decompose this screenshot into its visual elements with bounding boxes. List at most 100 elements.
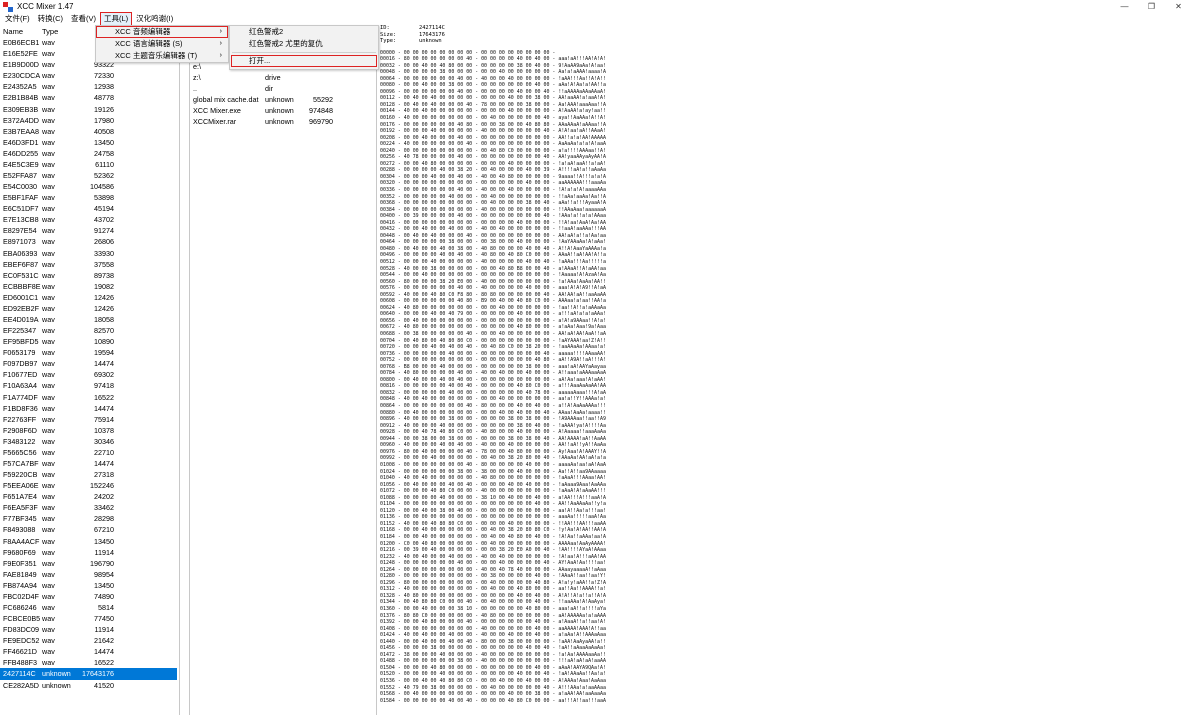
table-row[interactable]: E230CDCA wav 72330 <box>0 70 179 81</box>
menu-tools[interactable]: 工具(L) <box>99 12 133 26</box>
list-item[interactable]: XCCMixer.rar unknown 969790 <box>190 116 376 127</box>
list-item[interactable]: global mix cache.dat unknown 55292 <box>190 94 376 105</box>
hex-header-type: Type: unknown <box>380 38 442 44</box>
table-row[interactable]: F8AA4ACF wav 13450 <box>0 536 179 547</box>
minimize-button[interactable]: — <box>1111 0 1138 13</box>
row-type: unknown <box>42 680 71 690</box>
table-row[interactable]: E372A4DD wav 17980 <box>0 115 179 126</box>
table-row[interactable]: F2908F6D wav 10378 <box>0 425 179 436</box>
table-row[interactable]: F9680F69 wav 11914 <box>0 547 179 558</box>
table-row[interactable]: CE282A5D unknown 41520 <box>0 680 179 691</box>
row-name: F8493088 <box>3 525 36 535</box>
table-row[interactable]: E5BF1FAF wav 53898 <box>0 192 179 203</box>
table-row[interactable]: EC0F531C wav 89738 <box>0 270 179 281</box>
list-item[interactable]: .. dir <box>190 83 376 94</box>
table-row[interactable]: F10A63A4 wav 97418 <box>0 380 179 391</box>
table-row[interactable]: FE9EDC52 wav 21642 <box>0 635 179 646</box>
table-row[interactable]: F0653179 wav 19594 <box>0 347 179 358</box>
table-row[interactable]: F10677ED wav 69302 <box>0 369 179 380</box>
table-row[interactable]: 2427114C unknown 17643176 <box>0 668 177 680</box>
table-row[interactable]: E8297E54 wav 91274 <box>0 225 179 236</box>
maximize-button[interactable]: ❐ <box>1138 0 1165 13</box>
close-button[interactable]: ✕ <box>1165 0 1192 13</box>
menu-item-theme-music-editor[interactable]: XCC 主题音乐编辑器 (T) › <box>96 50 228 62</box>
menu-file[interactable]: 文件(F) <box>2 13 33 25</box>
column-header-type[interactable]: Type <box>42 27 82 36</box>
table-row[interactable]: FB874A94 wav 13450 <box>0 580 179 591</box>
table-row[interactable]: F6EA5F3F wav 33462 <box>0 502 179 513</box>
row-type: unknown <box>42 669 71 679</box>
row-name: E16E52FE <box>3 49 38 59</box>
table-row[interactable]: F5EEA06E wav 152246 <box>0 480 179 491</box>
table-row[interactable]: F1BD8F36 wav 14474 <box>0 403 179 414</box>
table-row[interactable]: E8971073 wav 26806 <box>0 236 179 247</box>
column-header-name[interactable]: Name <box>0 27 42 36</box>
list-item[interactable]: XCC Mixer.exe unknown 974848 <box>190 105 376 116</box>
flyout-item-ra2[interactable]: 红色警戒2 <box>230 26 378 38</box>
table-row[interactable]: F8493088 wav 67210 <box>0 524 179 535</box>
menu-view[interactable]: 查看(V) <box>68 13 99 25</box>
row-name: F651A7E4 <box>3 492 37 502</box>
table-row[interactable]: FBC02D4F wav 74890 <box>0 591 179 602</box>
row-size: 10890 <box>94 337 114 347</box>
table-row[interactable]: F22763FF wav 75914 <box>0 414 179 425</box>
table-row[interactable]: FC686246 wav 5814 <box>0 602 179 613</box>
row-type: wav <box>42 348 55 358</box>
table-row[interactable]: E46D3FD1 wav 13450 <box>0 137 179 148</box>
row-name: ED92EB2F <box>3 303 39 313</box>
table-row[interactable]: E7E13CB8 wav 43702 <box>0 214 179 225</box>
row-size: 74890 <box>94 591 114 601</box>
table-row[interactable]: F9E0F351 wav 196790 <box>0 558 179 569</box>
hex-view-panel[interactable]: ID: 2427114C Size: 17643176 Type: unknown … <box>380 25 1192 715</box>
table-row[interactable]: F3483122 wav 30346 <box>0 436 179 447</box>
table-row[interactable]: EBA06393 wav 33930 <box>0 247 179 258</box>
table-row[interactable]: F651A7E4 wav 24202 <box>0 491 179 502</box>
table-row[interactable]: E6C51DF7 wav 45194 <box>0 203 179 214</box>
table-row[interactable]: ED6001C1 wav 12426 <box>0 292 179 303</box>
left-file-list[interactable]: Name Type E0B6ECB1 wav E16E52FE wav E1B9D00D… <box>0 25 180 715</box>
table-row[interactable]: EF225347 wav 82570 <box>0 325 179 336</box>
table-row[interactable]: EE4D019A wav 18058 <box>0 314 179 325</box>
table-row[interactable]: F77BF345 wav 28298 <box>0 513 179 524</box>
row-type: wav <box>42 60 55 70</box>
menu-credits[interactable]: 汉化鸣谢(I) <box>133 13 176 25</box>
table-row[interactable]: FF46621D wav 14474 <box>0 646 179 657</box>
table-row[interactable]: E4E5C3E9 wav 61110 <box>0 159 179 170</box>
list-item[interactable]: z:\ drive <box>190 72 376 83</box>
table-row[interactable]: FFB488F3 wav 16522 <box>0 657 179 668</box>
menu-item-language-editor[interactable]: XCC 语言编辑器 (S) › <box>96 38 228 50</box>
flyout-item-yuri[interactable]: 红色警戒2 尤里的复仇 <box>230 38 378 50</box>
row-type: wav <box>42 547 55 557</box>
table-row[interactable]: E46DD255 wav 24758 <box>0 148 179 159</box>
row-type: wav <box>42 569 55 579</box>
table-row[interactable]: EBEF6F87 wav 37558 <box>0 259 179 270</box>
row-size: 98954 <box>94 569 114 579</box>
table-row[interactable]: E309EB3B wav 19126 <box>0 103 179 114</box>
table-row[interactable]: FCBCE0B5 wav 77450 <box>0 613 179 624</box>
row-type: wav <box>42 403 55 413</box>
menu-item-audio-editor[interactable]: XCC 音频编辑器 › <box>96 26 228 38</box>
row-size: 67210 <box>94 525 114 535</box>
table-row[interactable]: FD83DC09 wav 11914 <box>0 624 179 635</box>
table-row[interactable]: ECBBBF8E wav 19082 <box>0 281 179 292</box>
table-row[interactable]: EF95BFD5 wav 10890 <box>0 336 179 347</box>
table-row[interactable]: E54C0030 wav 104586 <box>0 181 179 192</box>
table-row[interactable]: F59220CB wav 27318 <box>0 469 179 480</box>
row-name: E24352A5 <box>3 82 37 92</box>
table-row[interactable]: E24352A5 wav 12938 <box>0 81 179 92</box>
table-row[interactable]: E3B7EAA8 wav 40508 <box>0 126 179 137</box>
menu-convert[interactable]: 转换(C) <box>35 13 66 25</box>
middle-file-list[interactable]: e:\ z:\ drive.. dir global mix cache.dat unkn… <box>189 25 377 715</box>
table-row[interactable]: F57CA7BF wav 14474 <box>0 458 179 469</box>
table-row[interactable]: E52FFA87 wav 52362 <box>0 170 179 181</box>
table-row[interactable]: ED92EB2F wav 12426 <box>0 303 179 314</box>
table-row[interactable]: F1A774DF wav 16522 <box>0 392 179 403</box>
table-row[interactable]: FAE81849 wav 98954 <box>0 569 179 580</box>
table-row[interactable]: E2B1B84B wav 48778 <box>0 92 179 103</box>
table-row[interactable]: F097DB97 wav 14474 <box>0 358 179 369</box>
flyout-item-open[interactable]: 打开... <box>231 55 377 67</box>
hex-dump: 00000 - 00 00 00 00 00 00 00 00 - 00 00 … <box>380 49 606 704</box>
row-type: wav <box>42 314 55 324</box>
table-row[interactable]: F5665C56 wav 22710 <box>0 447 179 458</box>
row-size: 69302 <box>94 370 114 380</box>
